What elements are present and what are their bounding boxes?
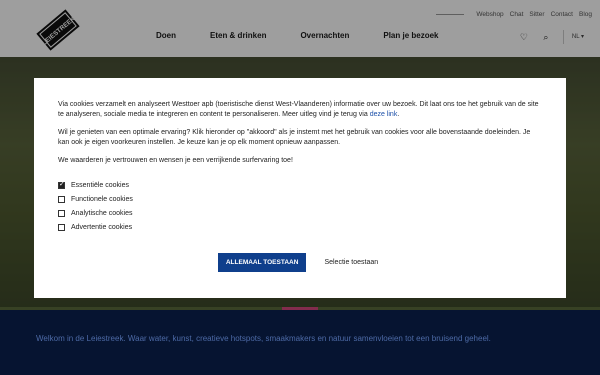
cookie-info-link[interactable]: deze link — [370, 111, 398, 118]
checkbox-essential[interactable] — [58, 180, 65, 189]
option-label: Advertentie cookies — [71, 223, 133, 231]
cookie-paragraph-3: We waarderen je vertrouwen en wensen je … — [58, 157, 293, 164]
checkbox-advertising[interactable] — [58, 223, 65, 231]
cookie-intro-text: Via cookies verzamelt en analyseert West… — [58, 101, 539, 118]
welcome-text: Welkom in de Leiestreek. Waar water, kun… — [36, 334, 491, 343]
option-analytics[interactable]: Analytische cookies — [58, 206, 542, 220]
cookie-options: Essentiële cookies Functionele cookies A… — [58, 178, 542, 234]
option-essential[interactable]: Essentiële cookies — [58, 178, 542, 192]
option-advertising[interactable]: Advertentie cookies — [58, 220, 542, 234]
cookie-buttons: ALLEMAAL TOESTAAN Selectie toestaan — [34, 253, 566, 272]
option-label: Analytische cookies — [71, 209, 133, 217]
cookie-dialog: Via cookies verzamelt en analyseert West… — [34, 78, 566, 298]
option-label: Essentiële cookies — [71, 181, 129, 189]
cookie-intro-end: . — [397, 111, 400, 118]
checkbox-analytics[interactable] — [58, 209, 65, 217]
cookie-intro: Via cookies verzamelt en analyseert West… — [58, 100, 542, 120]
accept-all-button[interactable]: ALLEMAAL TOESTAAN — [217, 253, 307, 272]
option-functional[interactable]: Functionele cookies — [58, 192, 542, 206]
checkbox-functional[interactable] — [58, 195, 65, 203]
cookie-paragraph-2: Wil je genieten van een optimale ervarin… — [58, 129, 531, 146]
option-label: Functionele cookies — [71, 195, 133, 203]
accept-selection-button[interactable]: Selectie toestaan — [320, 253, 382, 272]
